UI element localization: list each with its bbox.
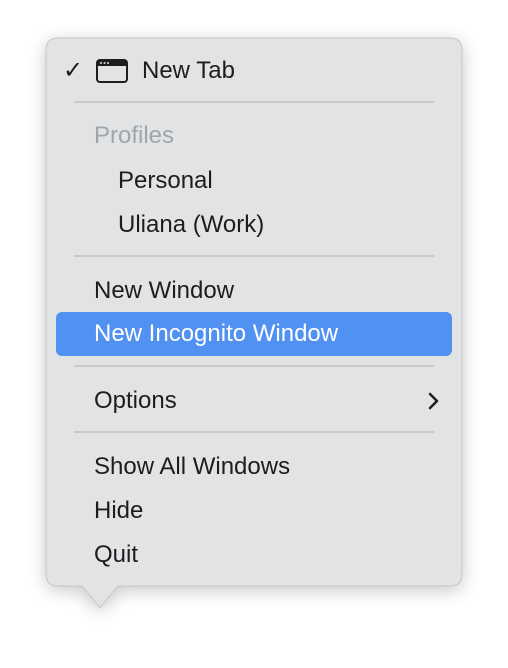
menu-item-label: Options: [94, 387, 177, 414]
menu-item-label: Hide: [94, 497, 144, 524]
profiles-section-title: Profiles: [94, 122, 175, 149]
menu-separator: [74, 255, 434, 257]
menu-item-label: Quit: [94, 541, 139, 568]
menu-item-label: Personal: [118, 167, 213, 194]
menu-item-label: New Tab: [142, 57, 235, 84]
menu-item-label: Show All Windows: [94, 453, 291, 480]
checkmark-icon: ✓: [63, 57, 84, 84]
menu-item-profile-personal[interactable]: Personal: [56, 159, 452, 203]
menu-item-options[interactable]: Options: [56, 379, 452, 423]
chevron-right-icon: [428, 392, 439, 410]
menu-item-label: Uliana (Work): [118, 211, 265, 238]
dock-context-menu: ✓ New Tab Profiles Personal Uliana (Work…: [0, 0, 508, 668]
menu-item-new-incognito-window[interactable]: New Incognito Window: [56, 312, 452, 356]
menu-separator: [74, 365, 434, 367]
menu-item-new-window[interactable]: New Window: [56, 269, 452, 313]
menu-body: ✓ New Tab Profiles Personal Uliana (Work…: [46, 38, 462, 586]
menu-item-new-tab[interactable]: ✓ New Tab: [56, 49, 452, 93]
menu-separator: [74, 431, 434, 433]
menu-item-label: New Window: [94, 277, 235, 304]
menu-item-show-all-windows[interactable]: Show All Windows: [56, 445, 452, 489]
menu-item-quit[interactable]: Quit: [56, 533, 452, 577]
browser-tab-icon: [96, 59, 128, 83]
menu-item-hide[interactable]: Hide: [56, 489, 452, 533]
menu-item-profile-work[interactable]: Uliana (Work): [56, 203, 452, 247]
menu-item-label: New Incognito Window: [94, 320, 339, 347]
menu-separator: [74, 101, 434, 103]
